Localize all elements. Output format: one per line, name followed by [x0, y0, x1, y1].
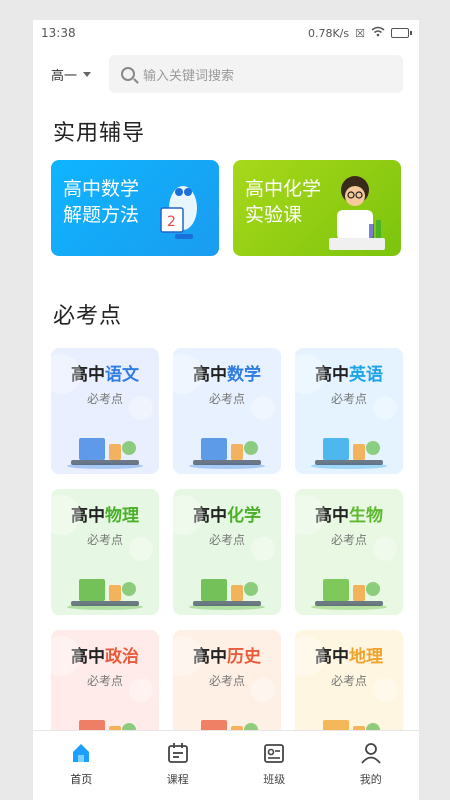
tab-label: 我的	[359, 773, 382, 786]
status-bar: 13:38 0.78K/s ☒	[33, 20, 419, 46]
subject-card-chinese[interactable]: 高中语文 必考点	[51, 348, 159, 474]
search-placeholder: 输入关键词搜索	[143, 68, 235, 84]
network-speed: 0.78K/s	[307, 26, 350, 40]
tab-class[interactable]: 班级	[226, 731, 323, 800]
subject-card-english[interactable]: 高中英语 必考点	[295, 348, 403, 474]
card-subject: 物理	[105, 506, 139, 526]
section-title-practical: 实用辅导	[53, 121, 146, 146]
sim-icon: ☒	[355, 26, 365, 40]
tab-label: 班级	[263, 773, 286, 786]
calendar-icon	[167, 743, 188, 763]
search-input[interactable]: 输入关键词搜索	[109, 55, 403, 93]
banner-chem-lab[interactable]: 高中化学 实验课	[233, 160, 401, 256]
search-icon	[121, 67, 135, 81]
subject-card-physics[interactable]: 高中物理 必考点	[51, 489, 159, 615]
banner-math-methods[interactable]: 高中数学 解题方法 2	[51, 160, 219, 256]
subject-illustration	[189, 438, 265, 469]
card-subject: 历史	[227, 647, 261, 667]
subject-illustration	[67, 438, 143, 469]
card-subject: 地理	[349, 647, 383, 667]
chemist-illustration	[329, 176, 385, 250]
subject-illustration	[311, 579, 387, 610]
card-subject: 化学	[227, 506, 261, 526]
math-mascot-illustration: 2	[160, 186, 197, 239]
grade-selector[interactable]: 高一	[51, 65, 95, 84]
tab-label: 课程	[166, 773, 189, 786]
battery-icon	[391, 28, 412, 38]
card-subject: 数学	[227, 365, 261, 385]
status-time: 13:38	[41, 26, 76, 40]
tab-label: 首页	[70, 773, 93, 786]
card-subject: 语文	[105, 365, 139, 385]
subject-card-math[interactable]: 高中数学 必考点	[173, 348, 281, 474]
home-icon	[73, 744, 90, 762]
tab-mine[interactable]: 我的	[323, 731, 420, 800]
subject-illustration	[311, 438, 387, 469]
wifi-icon	[371, 26, 385, 40]
class-card-icon	[264, 744, 285, 763]
section-title-must: 必考点	[53, 304, 123, 329]
subject-card-chemistry[interactable]: 高中化学 必考点	[173, 489, 281, 615]
card-subject: 生物	[349, 506, 383, 526]
top-bar: 高一 输入关键词搜索	[33, 46, 419, 102]
svg-text:2: 2	[167, 214, 176, 230]
card-subject: 政治	[105, 647, 139, 667]
caret-down-icon	[83, 71, 92, 77]
app-screen: 13:38 0.78K/s ☒ 高一 输入关键词搜索 实用辅导 高中数学 解题方…	[33, 20, 419, 800]
subject-illustration	[67, 579, 143, 610]
card-subject: 英语	[349, 365, 383, 385]
subject-grid: 高中语文 必考点 高中数学 必考点 高中英语 必考点高中物理 必考点 高中化学 必考点 高中生物必…	[33, 348, 419, 756]
grade-label: 高一	[51, 68, 78, 84]
practical-banners: 高中数学 解题方法 2 高中化学 实验课	[33, 160, 419, 256]
subject-card-biology[interactable]: 高中生物 必考点	[295, 489, 403, 615]
tab-course[interactable]: 课程	[130, 731, 227, 800]
subject-illustration	[189, 579, 265, 610]
tab-home[interactable]: 首页	[33, 731, 130, 800]
person-icon	[361, 743, 381, 764]
bottom-tab-bar: 首页 课程 班级 我的	[33, 730, 419, 800]
